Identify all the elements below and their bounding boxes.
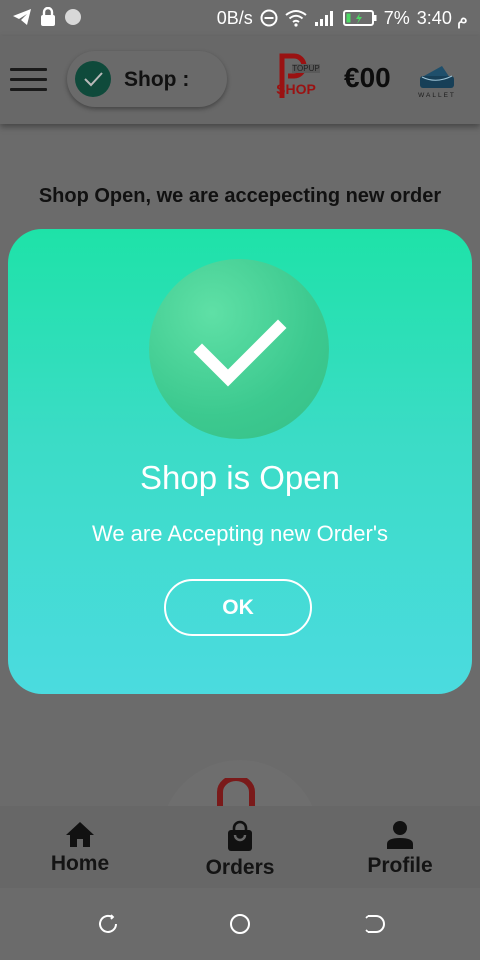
menu-bar-line bbox=[10, 78, 47, 81]
center-logo-icon[interactable] bbox=[214, 775, 258, 808]
menu-bar-line bbox=[10, 68, 47, 71]
app-bar: Shop : TOPUP SHOP €00 WALLET bbox=[0, 36, 480, 124]
telegram-icon bbox=[13, 9, 31, 25]
status-right-icons: 0B/s 7% 3:40 م bbox=[217, 7, 468, 29]
nav-orders[interactable]: Orders bbox=[160, 820, 320, 880]
status-bar: 0B/s 7% 3:40 م bbox=[0, 0, 480, 36]
nav-home-label: Home bbox=[50, 852, 110, 875]
menu-bar-line bbox=[10, 88, 47, 91]
checkmark-icon bbox=[193, 319, 287, 387]
wallet-icon[interactable]: WALLET bbox=[412, 62, 462, 100]
recents-icon[interactable] bbox=[96, 912, 120, 936]
back-icon[interactable] bbox=[362, 912, 386, 936]
svg-text:WALLET: WALLET bbox=[418, 92, 456, 99]
dnd-icon bbox=[260, 9, 278, 27]
net-speed: 0B/s bbox=[216, 8, 253, 28]
signal-icon bbox=[314, 11, 333, 26]
nav-profile-label: Profile bbox=[367, 854, 433, 877]
shop-status-toggle[interactable]: Shop : bbox=[67, 51, 227, 107]
battery-icon bbox=[342, 10, 377, 26]
system-navigation-bar bbox=[0, 888, 480, 960]
shopping-bag-icon bbox=[228, 820, 252, 851]
svg-text:TOPUP: TOPUP bbox=[292, 64, 319, 73]
wallet-balance: €00 bbox=[344, 62, 391, 93]
svg-text:SHOP: SHOP bbox=[276, 81, 316, 97]
shop-label: Shop : bbox=[124, 68, 190, 91]
shop-status-message: Shop Open, we are accepecting new order bbox=[38, 185, 442, 207]
shop-open-dialog: Shop is Open We are Accepting new Order'… bbox=[8, 229, 472, 694]
lock-icon bbox=[41, 7, 55, 26]
check-circle-icon bbox=[75, 61, 111, 97]
wifi-icon bbox=[285, 10, 307, 27]
success-circle bbox=[149, 259, 329, 439]
home-icon bbox=[66, 822, 94, 847]
dialog-message: We are Accepting new Order's bbox=[91, 521, 389, 546]
clock: 3:40 م bbox=[416, 8, 468, 28]
person-icon bbox=[387, 821, 413, 849]
status-left-icons bbox=[12, 7, 82, 27]
dot-icon bbox=[65, 9, 81, 25]
nav-orders-label: Orders bbox=[205, 856, 275, 879]
nav-home[interactable]: Home bbox=[0, 820, 160, 876]
home-circle-icon[interactable] bbox=[228, 912, 252, 936]
nav-profile[interactable]: Profile bbox=[320, 820, 480, 878]
bottom-navigation: Home Orders Profile bbox=[0, 806, 480, 888]
dialog-title: Shop is Open bbox=[140, 459, 340, 496]
ok-button[interactable]: OK bbox=[164, 579, 312, 636]
topup-shop-logo: TOPUP SHOP bbox=[272, 50, 322, 102]
battery-percent: 7% bbox=[383, 8, 410, 28]
menu-button[interactable] bbox=[10, 68, 47, 92]
